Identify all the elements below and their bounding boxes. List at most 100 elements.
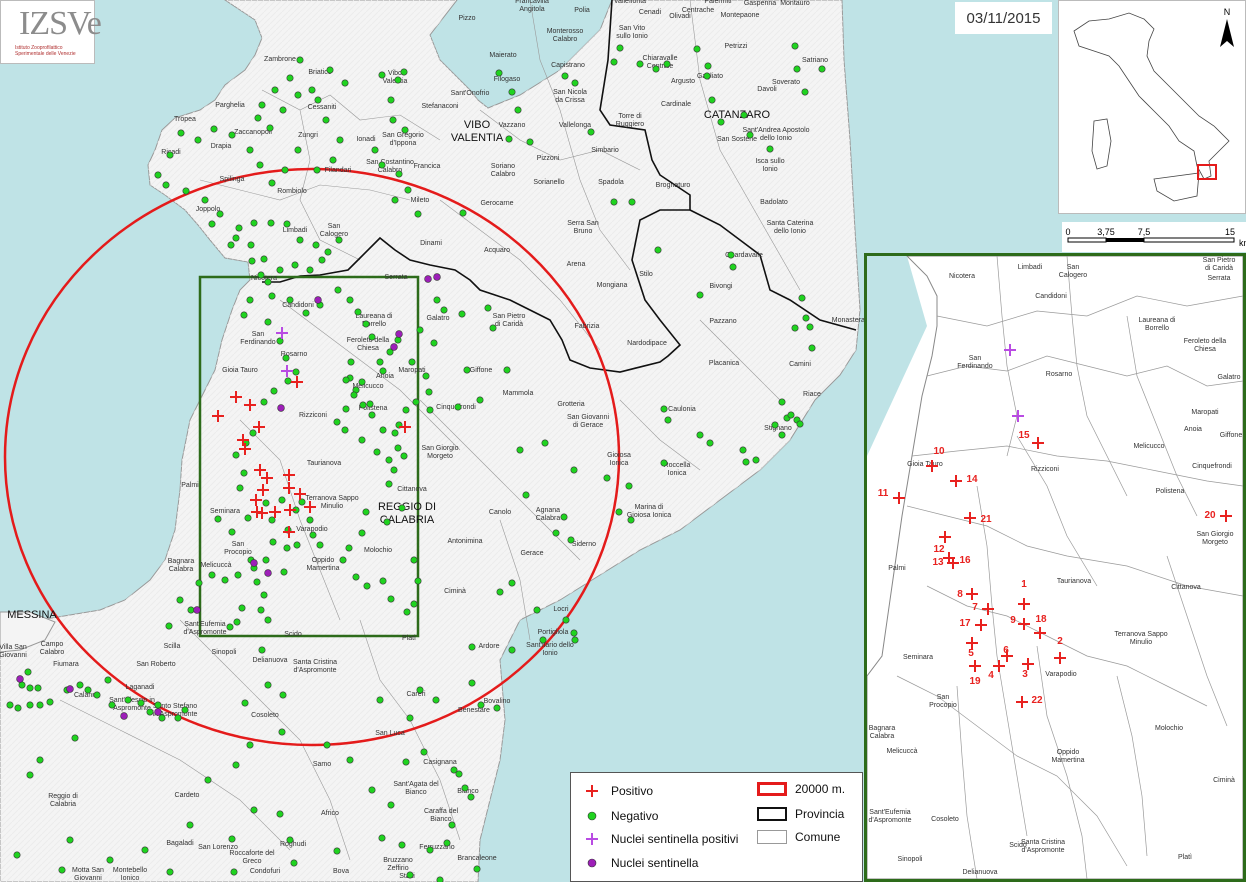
town-label-rizziconi: Rizziconi <box>299 412 327 419</box>
town-label-gerace: Gerace <box>521 550 544 557</box>
negative-point <box>246 146 254 154</box>
negative-point <box>802 314 810 322</box>
inset-town-label-palmi: Palmi <box>888 565 906 572</box>
negative-point <box>778 398 786 406</box>
negative-point <box>379 426 387 434</box>
negative-point <box>326 66 334 74</box>
town-label-plati: Platì <box>402 635 416 642</box>
negative-point <box>293 541 301 549</box>
negative-point <box>258 101 266 109</box>
negative-point <box>34 684 42 692</box>
negative-point <box>181 706 189 714</box>
negative-point <box>345 544 353 552</box>
inset-positive-label-21: 21 <box>980 514 992 525</box>
inset-positive-label-10: 10 <box>933 446 945 457</box>
negative-point <box>362 320 370 328</box>
legend-provincia: Provincia <box>757 807 844 821</box>
inset-town-label-plati: Platì <box>1178 854 1192 861</box>
negative-point <box>693 45 701 53</box>
inset-town-label-galatro: Galatro <box>1218 374 1241 381</box>
negative-point <box>291 261 299 269</box>
town-label-condofuri: Condofuri <box>250 868 281 875</box>
legend-comune: Comune <box>757 830 840 844</box>
negative-point <box>250 806 258 814</box>
negative-point <box>176 596 184 604</box>
negative-point <box>257 271 265 279</box>
negative-point <box>394 336 402 344</box>
town-label-scilla: Scilla <box>164 643 181 650</box>
negative-point <box>727 251 735 259</box>
negative-point <box>66 836 74 844</box>
negative-point <box>541 439 549 447</box>
negative-point <box>552 529 560 537</box>
negative-point <box>204 776 212 784</box>
negative-point <box>254 114 262 122</box>
inset-positive-label-4: 4 <box>988 670 994 681</box>
inset-town-label-candidoni: Candidoni <box>1035 293 1067 300</box>
negative-point <box>313 166 321 174</box>
inset-positive-label-7: 7 <box>972 602 978 613</box>
negative-point <box>570 466 578 474</box>
inset-town-label-seminara: Seminara <box>903 654 933 661</box>
negative-point <box>368 333 376 341</box>
map-date: 03/11/2015 <box>955 2 1052 34</box>
town-label-bivongi: Bivongi <box>710 283 733 290</box>
inset-positive-label-3: 3 <box>1022 669 1028 680</box>
negative-point <box>154 701 162 709</box>
town-label-vazzano: Vazzano <box>499 122 526 129</box>
negative-point <box>636 60 644 68</box>
negative-point <box>24 668 32 676</box>
negative-point <box>373 448 381 456</box>
town-label-parghelia: Parghelia <box>215 102 245 109</box>
negative-point <box>793 65 801 73</box>
inset-town-label-delianuova: Delianuova <box>962 869 997 876</box>
negative-point <box>26 771 34 779</box>
inset-town-label-serrata: Serrata <box>1208 275 1231 282</box>
negative-point <box>286 296 294 304</box>
negative-point <box>186 821 194 829</box>
negative-point <box>230 868 238 876</box>
town-label-simbario: Simbario <box>591 147 619 154</box>
negative-point <box>376 696 384 704</box>
inset-positive-11 <box>893 492 905 504</box>
town-label-casignana: Casignana <box>423 759 457 766</box>
town-label-africo: Africo <box>321 810 339 817</box>
sentinel-point <box>193 606 201 614</box>
negative-point <box>571 636 579 644</box>
negative-point <box>283 220 291 228</box>
town-label-cosoleto: Cosoleto <box>251 712 279 719</box>
logo-wordmark: IZSVe <box>19 5 102 42</box>
town-label-roghudi: Roghudi <box>280 841 307 848</box>
negative-point <box>269 538 277 546</box>
grey-rect-icon <box>757 830 787 844</box>
negative-point <box>241 699 249 707</box>
negative-point <box>26 684 34 692</box>
sardinia-outline <box>1091 118 1112 170</box>
town-label-montauro: Montauro <box>780 0 810 7</box>
negative-point <box>154 171 162 179</box>
town-label-bagnara-calabra: Bagnara Calabra <box>168 558 195 573</box>
inset-town-label-giffone: Giffone <box>1220 432 1243 439</box>
negative-point <box>505 135 513 143</box>
town-label-arena: Arena <box>567 261 586 268</box>
negative-point <box>354 308 362 316</box>
negative-point <box>76 681 84 689</box>
inset-positive-label-6: 6 <box>1003 645 1009 656</box>
negative-point <box>717 118 725 126</box>
negative-point <box>473 865 481 873</box>
negative-point <box>412 398 420 406</box>
negative-point <box>221 576 229 584</box>
scale-tick-3: 15 <box>1225 227 1235 237</box>
town-label-samo: Samo <box>313 761 331 768</box>
negative-point <box>663 60 671 68</box>
negative-point <box>137 699 145 707</box>
negative-point <box>791 324 799 332</box>
town-label-ardore: Ardore <box>478 643 499 650</box>
inset-positive-label-8: 8 <box>957 589 963 600</box>
town-label-bovalino: Bovalino <box>484 698 511 705</box>
inset-town-label-molochio: Molochio <box>1155 725 1183 732</box>
negative-point <box>808 344 816 352</box>
negative-point <box>246 296 254 304</box>
town-label-benestare: Benestare <box>458 707 490 714</box>
inset-zoom-map[interactable]: Nicotera Limbadi San Calogero San Pietro di C… <box>864 253 1246 882</box>
